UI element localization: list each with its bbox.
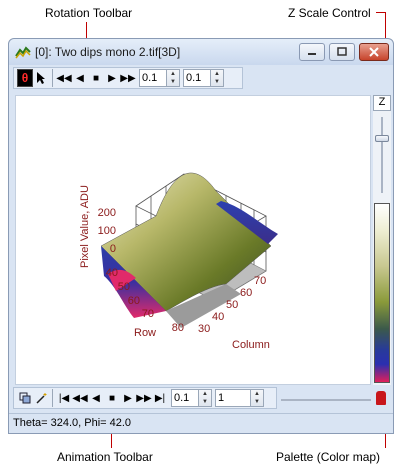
col-tick-30: 30 <box>198 323 210 335</box>
spinner-arrows[interactable]: ▲ ▼ <box>167 69 180 87</box>
status-bar: Theta= 324.0, Phi= 42.0 <box>9 413 393 433</box>
animation-step-spinner[interactable]: 0.1 ▲ ▼ <box>171 389 212 407</box>
minimize-icon <box>308 53 316 55</box>
rotation-step2-spinner[interactable]: 0.1 ▲ ▼ <box>183 69 224 87</box>
surface-plot-area[interactable]: 200 100 0 Pixel Value, ADU 40 50 60 70 8… <box>15 95 371 385</box>
magic-wand-icon[interactable] <box>33 389 49 407</box>
rotation-step-spinner[interactable]: 0.1 ▲ ▼ <box>139 69 180 87</box>
col-tick-40: 40 <box>212 311 224 323</box>
rotate-mode-icon[interactable]: θ <box>17 69 33 87</box>
spinner-arrows[interactable]: ▲ ▼ <box>211 69 224 87</box>
rewind-icon[interactable]: ◀◀ <box>72 389 88 407</box>
stop-icon[interactable]: ■ <box>104 389 120 407</box>
title-bar[interactable]: [0]: Two dips mono 2.tif[3D] <box>9 39 393 65</box>
frames-icon[interactable] <box>17 389 33 407</box>
rotation-toolbar: θ ◀◀ ◀ ■ ▶ ▶▶ 0.1 ▲ ▼ 0.1 ▲ ▼ <box>13 67 243 89</box>
fast-forward-icon[interactable]: ▶▶ <box>136 389 152 407</box>
callout-rotation-toolbar: Rotation Toolbar <box>45 6 133 20</box>
close-icon <box>369 47 379 57</box>
z-scale-thumb[interactable] <box>375 135 389 142</box>
spinner-arrows[interactable]: ▲ ▼ <box>251 389 264 407</box>
callout-palette: Palette (Color map) <box>276 450 381 464</box>
animation-slider-track[interactable] <box>281 399 371 401</box>
rotation-step-value[interactable]: 0.1 <box>139 69 167 87</box>
spinner-arrows[interactable]: ▲ ▼ <box>199 389 212 407</box>
z-scale-label: Z <box>373 95 391 111</box>
stop-icon[interactable]: ■ <box>88 69 104 87</box>
toolbar-separator <box>52 69 53 87</box>
rewind-icon[interactable]: ◀◀ <box>56 69 72 87</box>
animation-toolbar: |◀ ◀◀ ◀ ■ ▶ ▶▶ ▶| 0.1 ▲ ▼ 1 ▲ ▼ <box>13 387 277 409</box>
rotation-step2-value[interactable]: 0.1 <box>183 69 211 87</box>
z-tick-0: 0 <box>110 243 116 255</box>
z-scale-control[interactable]: Z <box>373 95 391 385</box>
row-tick-50: 50 <box>118 281 130 293</box>
row-tick-80: 80 <box>172 322 184 334</box>
first-frame-icon[interactable]: |◀ <box>56 389 72 407</box>
col-tick-70: 70 <box>254 275 266 287</box>
plot-window: [0]: Two dips mono 2.tif[3D] θ ◀◀ ◀ ■ ▶ … <box>8 38 394 434</box>
row-tick-70: 70 <box>142 308 154 320</box>
palette-marker-icon[interactable] <box>376 391 386 405</box>
palette-color-map <box>374 203 390 383</box>
row-tick-60: 60 <box>128 295 140 307</box>
fast-forward-icon[interactable]: ▶▶ <box>120 69 136 87</box>
play-icon[interactable]: ▶ <box>104 69 120 87</box>
window-title: [0]: Two dips mono 2.tif[3D] <box>35 45 181 59</box>
z-tick-200: 200 <box>98 207 116 219</box>
surface-plot: 200 100 0 Pixel Value, ADU 40 50 60 70 8… <box>79 172 278 351</box>
animation-step-value[interactable]: 0.1 <box>171 389 199 407</box>
z-scale-track <box>381 117 383 193</box>
close-button[interactable] <box>359 43 389 61</box>
maximize-button[interactable] <box>329 43 355 61</box>
z-tick-100: 100 <box>98 225 116 237</box>
step-back-icon[interactable]: ◀ <box>72 69 88 87</box>
animation-frame-spinner[interactable]: 1 ▲ ▼ <box>215 389 264 407</box>
animation-frame-value[interactable]: 1 <box>215 389 251 407</box>
surface-plot-icon <box>15 46 31 59</box>
column-axis-label: Column <box>232 339 270 351</box>
minimize-button[interactable] <box>299 43 325 61</box>
col-tick-60: 60 <box>240 287 252 299</box>
play-icon[interactable]: ▶ <box>120 389 136 407</box>
pointer-icon[interactable] <box>33 69 49 87</box>
callout-animation-toolbar: Animation Toolbar <box>57 450 153 464</box>
callout-z-scale-control: Z Scale Control <box>288 6 371 20</box>
step-back-icon[interactable]: ◀ <box>88 389 104 407</box>
z-axis-label: Pixel Value, ADU <box>79 185 91 268</box>
row-axis-label: Row <box>134 327 156 339</box>
maximize-icon <box>337 47 347 56</box>
toolbar-separator <box>52 389 53 407</box>
row-tick-40: 40 <box>106 267 118 279</box>
last-frame-icon[interactable]: ▶| <box>152 389 168 407</box>
col-tick-50: 50 <box>226 299 238 311</box>
